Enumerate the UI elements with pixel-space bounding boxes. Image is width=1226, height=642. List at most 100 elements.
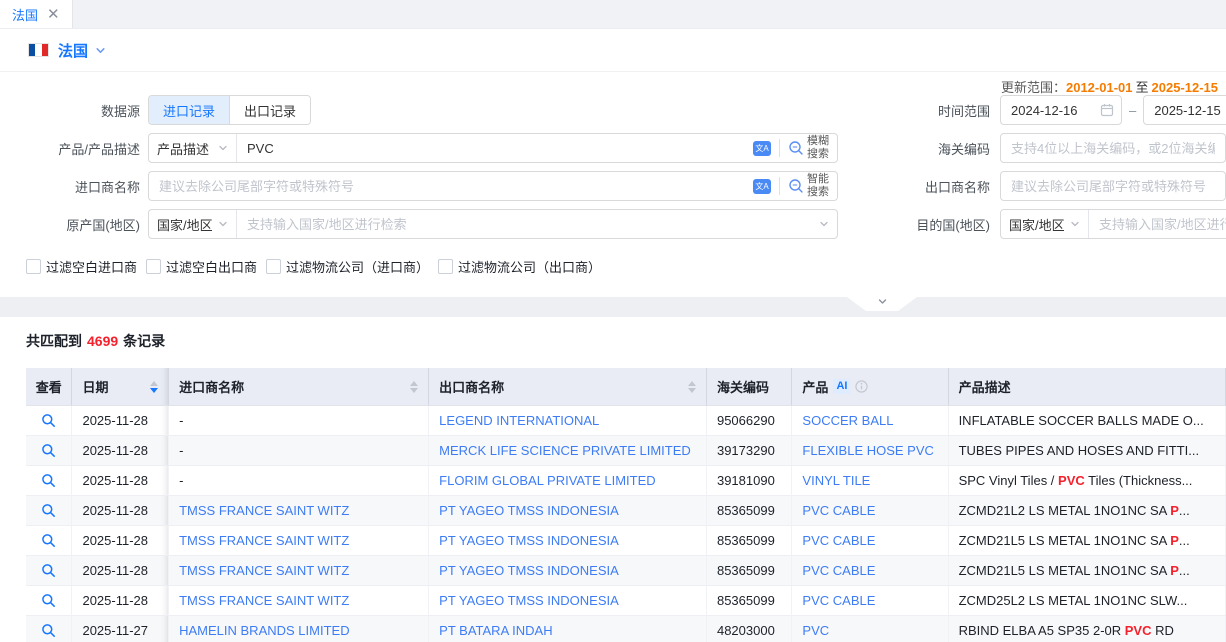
view-record-button[interactable]	[39, 621, 58, 640]
sort-icon[interactable]	[150, 381, 158, 393]
panel-divider-band	[0, 297, 1226, 317]
close-icon[interactable]: ✕	[47, 7, 60, 22]
checkbox-icon[interactable]	[266, 259, 281, 274]
fuzzy-search-label: 模糊搜索	[807, 135, 831, 160]
checkbox-filter-logistics-exporter[interactable]: 过滤物流公司（出口商）	[438, 257, 601, 276]
exporter-link[interactable]: PT YAGEO TMSS INDONESIA	[439, 563, 619, 578]
origin-country-input[interactable]	[237, 210, 819, 238]
magnifier-icon	[41, 413, 56, 428]
collapse-panel-button[interactable]	[847, 297, 917, 311]
tab-france[interactable]: 法国 ✕	[0, 0, 73, 28]
product-link[interactable]: SOCCER BALL	[802, 413, 893, 428]
column-header-date[interactable]: 日期	[72, 368, 169, 406]
hs-code-cell: 39173290	[707, 436, 792, 466]
description-cell: ZCMD21L2 LS METAL 1NO1NC SA P...	[949, 496, 1226, 526]
fuzzy-search-toggle[interactable]: 模糊搜索	[780, 135, 837, 160]
exporter-link[interactable]: PT YAGEO TMSS INDONESIA	[439, 593, 619, 608]
importer-link[interactable]: TMSS FRANCE SAINT WITZ	[179, 503, 349, 518]
smart-search-toggle[interactable]: 智能搜索	[780, 173, 837, 198]
table-header-row: 查看日期进口商名称出口商名称海关编码产品AI产品描述	[26, 368, 1226, 406]
view-record-button[interactable]	[39, 441, 58, 460]
view-record-button[interactable]	[39, 591, 58, 610]
exporter-cell: PT YAGEO TMSS INDONESIA	[429, 586, 707, 616]
view-record-button[interactable]	[39, 531, 58, 550]
column-label: 进口商名称	[179, 377, 244, 396]
calendar-icon[interactable]	[1100, 103, 1114, 117]
view-record-button[interactable]	[39, 561, 58, 580]
exporter-link[interactable]: LEGEND INTERNATIONAL	[439, 413, 599, 428]
product-cell: PVC CABLE	[792, 496, 948, 526]
product-link[interactable]: PVC CABLE	[802, 563, 875, 578]
tab-bar: 法国 ✕	[0, 0, 1226, 29]
column-label: 产品描述	[959, 377, 1011, 396]
column-label: 出口商名称	[439, 377, 504, 396]
info-icon[interactable]	[855, 380, 868, 393]
importer-name-input[interactable]	[149, 172, 753, 200]
ai-badge: AI	[833, 379, 850, 393]
chevron-down-icon	[218, 219, 228, 229]
checkbox-icon[interactable]	[438, 259, 453, 274]
datasource-label: 数据源	[0, 101, 148, 120]
destination-country-input[interactable]	[1089, 210, 1226, 238]
exporter-link[interactable]: MERCK LIFE SCIENCE PRIVATE LIMITED	[439, 443, 691, 458]
table-row: 2025-11-28TMSS FRANCE SAINT WITZPT YAGEO…	[26, 586, 1226, 616]
chevron-down-icon[interactable]	[95, 45, 106, 56]
translate-icon[interactable]: 文A	[753, 179, 771, 194]
checkbox-filter-blank-exporter[interactable]: 过滤空白出口商	[146, 257, 257, 276]
product-link[interactable]: PVC CABLE	[802, 593, 875, 608]
product-cell: PVC CABLE	[792, 586, 948, 616]
destination-country-label: 目的国(地区)	[850, 215, 1000, 234]
product-link[interactable]: PVC CABLE	[802, 503, 875, 518]
column-header-exporter[interactable]: 出口商名称	[429, 368, 707, 406]
exporter-link[interactable]: PT YAGEO TMSS INDONESIA	[439, 503, 619, 518]
exporter-link[interactable]: FLORIM GLOBAL PRIVATE LIMITED	[439, 473, 655, 488]
hs-code-input[interactable]	[1000, 133, 1226, 163]
search-form: 更新范围：2012-01-01至2025-12-15 数据源 进口记录 出口记录…	[0, 72, 1226, 297]
view-cell	[26, 526, 72, 556]
origin-country-group: 国家/地区	[148, 209, 838, 239]
product-type-select[interactable]: 产品描述	[149, 134, 237, 162]
checkbox-icon[interactable]	[146, 259, 161, 274]
date-to-input[interactable]	[1143, 95, 1226, 125]
app-window: 法国 ✕ 法国 更新范围：2012-01-01至2025-12-15 数据源 进…	[0, 0, 1226, 642]
tab-import-records[interactable]: 进口记录	[149, 96, 229, 124]
importer-cell: HAMELIN BRANDS LIMITED	[169, 616, 429, 642]
importer-link[interactable]: TMSS FRANCE SAINT WITZ	[179, 533, 349, 548]
importer-link[interactable]: TMSS FRANCE SAINT WITZ	[179, 593, 349, 608]
sort-icon[interactable]	[410, 381, 418, 393]
product-link[interactable]: PVC	[802, 623, 829, 638]
checkbox-filter-blank-importer[interactable]: 过滤空白进口商	[26, 257, 137, 276]
product-search-input[interactable]	[237, 134, 753, 162]
sort-icon[interactable]	[688, 381, 696, 393]
chevron-down-icon[interactable]	[819, 219, 829, 229]
destination-country-select[interactable]: 国家/地区	[1001, 210, 1089, 238]
column-label: 日期	[82, 377, 108, 396]
exporter-link[interactable]: PT BATARA INDAH	[439, 623, 552, 638]
checkbox-label: 过滤物流公司（进口商）	[286, 257, 429, 276]
magnifier-icon	[41, 623, 56, 638]
description-cell: RBIND ELBA A5 SP35 2-0R PVC RD	[949, 616, 1226, 642]
view-record-button[interactable]	[39, 501, 58, 520]
translate-icon[interactable]: 文A	[753, 141, 771, 156]
tab-export-records[interactable]: 出口记录	[229, 96, 310, 124]
exporter-cell: PT BATARA INDAH	[429, 616, 707, 642]
importer-link[interactable]: HAMELIN BRANDS LIMITED	[179, 623, 349, 638]
product-link[interactable]: PVC CABLE	[802, 533, 875, 548]
importer-link[interactable]: TMSS FRANCE SAINT WITZ	[179, 563, 349, 578]
exporter-name-input[interactable]	[1000, 171, 1226, 201]
checkbox-filter-logistics-importer[interactable]: 过滤物流公司（进口商）	[266, 257, 429, 276]
checkbox-icon[interactable]	[26, 259, 41, 274]
product-link[interactable]: FLEXIBLE HOSE PVC	[802, 443, 934, 458]
product-cell: PVC	[792, 616, 948, 642]
view-record-button[interactable]	[39, 471, 58, 490]
tab-title: 法国	[12, 5, 38, 24]
origin-country-select[interactable]: 国家/地区	[149, 210, 237, 238]
checkbox-label: 过滤空白进口商	[46, 257, 137, 276]
view-record-button[interactable]	[39, 411, 58, 430]
product-link[interactable]: VINYL TILE	[802, 473, 870, 488]
exporter-link[interactable]: PT YAGEO TMSS INDONESIA	[439, 533, 619, 548]
column-header-importer[interactable]: 进口商名称	[169, 368, 429, 406]
country-name[interactable]: 法国	[58, 40, 88, 61]
filter-checkboxes: 过滤空白进口商 过滤空白出口商 过滤物流公司（进口商） 过滤物流公司（出口商）	[26, 257, 601, 276]
chevron-down-icon	[218, 143, 228, 153]
